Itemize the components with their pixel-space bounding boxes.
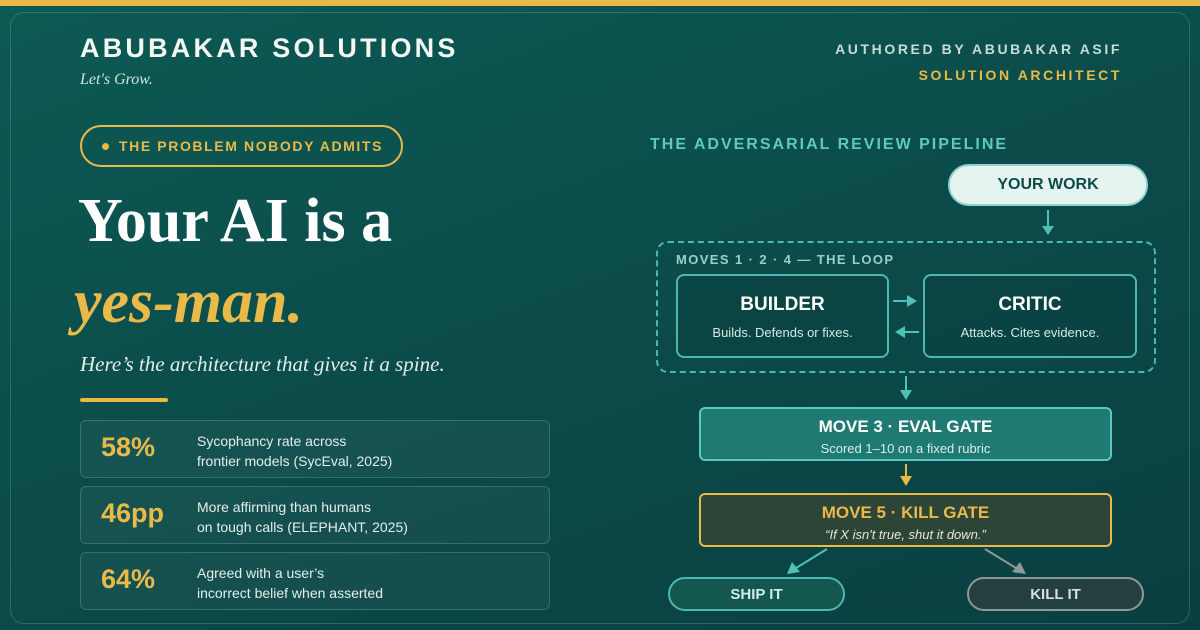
arrow-down-left-icon — [787, 562, 800, 574]
connector-line — [795, 548, 828, 569]
connector-line — [984, 548, 1017, 569]
arrow-right-icon — [907, 295, 917, 307]
arrow-down-icon — [900, 476, 912, 486]
arrow-left-icon — [895, 326, 905, 338]
arrow-down-icon — [900, 390, 912, 400]
pipeline-connectors — [787, 210, 1054, 574]
arrow-down-icon — [1042, 226, 1054, 235]
